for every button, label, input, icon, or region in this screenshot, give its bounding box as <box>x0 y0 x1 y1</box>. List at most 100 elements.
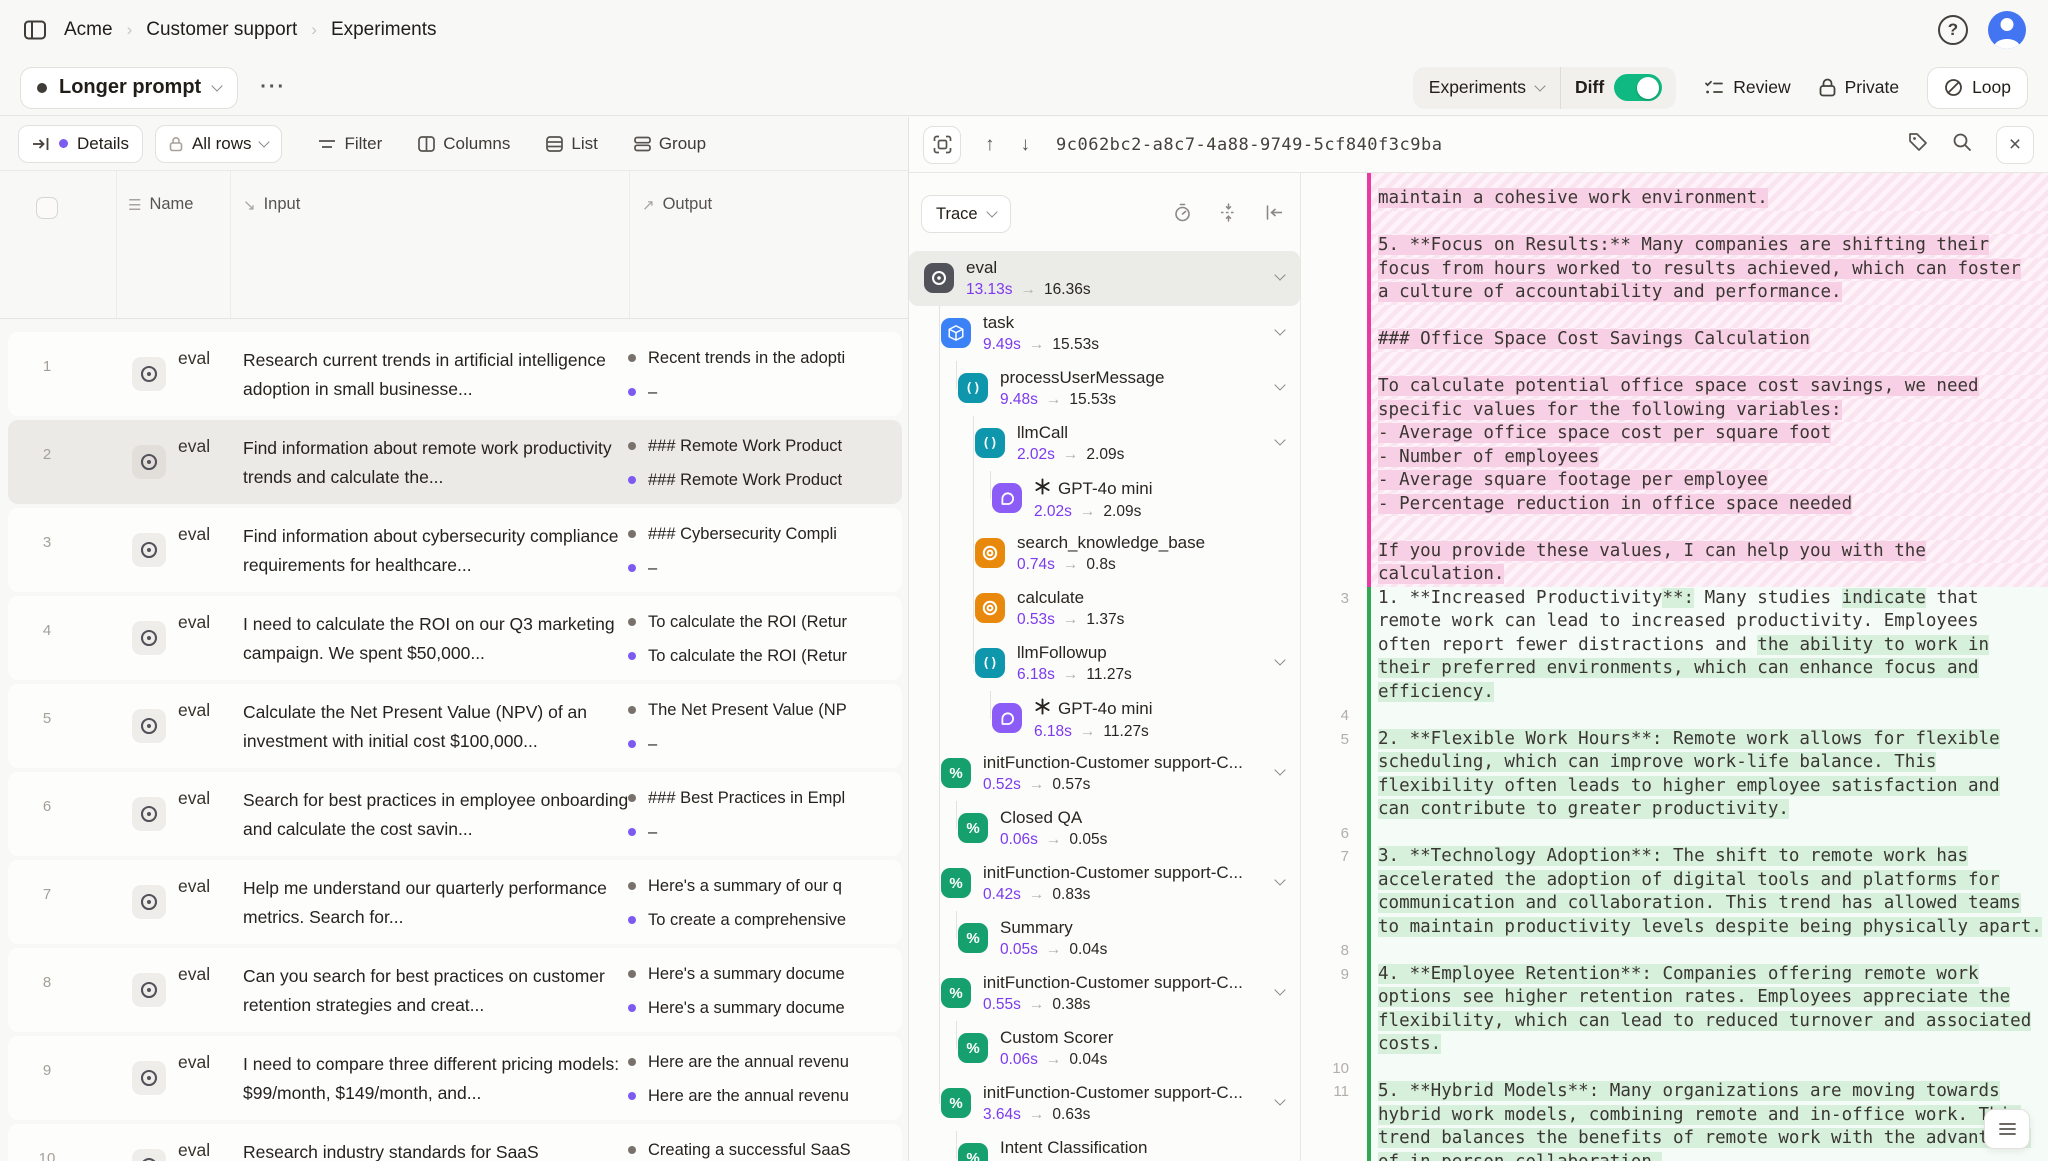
close-panel-button[interactable]: × <box>1996 126 2034 164</box>
row-number: 2 <box>30 446 64 463</box>
sidebar-toggle-icon[interactable] <box>22 17 48 43</box>
row-output-cell: Here's a summary of our qTo create a com… <box>628 874 900 942</box>
diff-line-content: focus from hours worked to results achie… <box>1367 258 2048 282</box>
diff-line: - Percentage reduction in office space n… <box>1301 493 2048 517</box>
columns-button[interactable]: Columns <box>406 134 522 154</box>
table-row[interactable]: 5evalCalculate the Net Present Value (NP… <box>8 684 902 768</box>
removed-text: If you provide these values, I can help … <box>1378 541 1926 561</box>
search-icon[interactable] <box>1952 132 1972 157</box>
trace-span-row[interactable]: %Custom Scorer0.06s→0.04s <box>909 1021 1300 1076</box>
duration-right: 0.8s <box>1086 556 1115 573</box>
span-name: GPT-4o mini <box>1034 478 1152 500</box>
trace-span-row[interactable]: %initFunction-Customer support-C...0.52s… <box>909 746 1300 801</box>
collapse-left-icon[interactable] <box>1265 203 1284 227</box>
trace-span-row[interactable]: %Summary0.05s→0.04s <box>909 911 1300 966</box>
table-row[interactable]: 7evalHelp me understand our quarterly pe… <box>8 860 902 944</box>
line-number <box>1301 1104 1367 1128</box>
details-button[interactable]: Details <box>18 125 143 163</box>
next-row-button[interactable]: ↓ <box>1021 134 1031 156</box>
rows-filter-dropdown[interactable]: All rows <box>155 125 283 163</box>
output-line: To calculate the ROI (Retur <box>628 644 900 668</box>
tag-icon[interactable] <box>1908 132 1928 157</box>
added-text-highlight: accelerated the adoption of digital tool… <box>1378 870 2000 890</box>
timing-icon[interactable] <box>1173 203 1192 227</box>
loop-button[interactable]: Loop <box>1927 67 2028 109</box>
review-button[interactable]: Review <box>1704 77 1790 98</box>
chevron-down-icon[interactable] <box>1274 874 1285 885</box>
chevron-down-icon[interactable] <box>1274 1094 1285 1105</box>
duration-right: 0.05s <box>1069 831 1107 848</box>
column-header-input[interactable]: ↘ Input <box>243 195 300 214</box>
trace-span-row[interactable]: ()processUserMessage9.48s→15.53s <box>909 361 1300 416</box>
row-input-cell: Calculate the Net Present Value (NPV) of… <box>243 698 629 756</box>
trace-span-row[interactable]: ()llmCall2.02s→2.09s <box>909 416 1300 471</box>
chevron-down-icon[interactable] <box>1274 269 1285 280</box>
tree-connector <box>956 1021 957 1049</box>
tree-connector <box>990 691 991 719</box>
tree-connector <box>939 361 940 416</box>
trace-span-row[interactable]: calculate0.53s→1.37s <box>909 581 1300 636</box>
chevron-down-icon[interactable] <box>1274 764 1285 775</box>
trace-span-row[interactable]: %Intent Classification0.13s→0.09s <box>909 1131 1300 1161</box>
trace-span-row[interactable]: search_knowledge_base0.74s→0.8s <box>909 526 1300 581</box>
private-button[interactable]: Private <box>1819 77 1899 98</box>
row-output-cell: Recent trends in the adopti– <box>628 346 900 414</box>
arrow-icon: → <box>1029 886 1045 903</box>
added-text-highlight: **: <box>1662 588 1694 608</box>
table-row[interactable]: 4evalI need to calculate the ROI on our … <box>8 596 902 680</box>
collapse-vertical-icon[interactable] <box>1219 203 1238 227</box>
breadcrumb-page[interactable]: Experiments <box>331 19 437 41</box>
breadcrumb-org[interactable]: Acme <box>64 19 113 41</box>
select-all-checkbox[interactable] <box>36 197 58 219</box>
table-row[interactable]: 6evalSearch for best practices in employ… <box>8 772 902 856</box>
arrow-to-bar-icon <box>32 136 50 152</box>
view-options-button[interactable] <box>1984 1109 2030 1149</box>
gray-bullet-icon <box>628 442 636 450</box>
purple-bullet-icon <box>628 828 636 836</box>
output-line: Creating a successful SaaS <box>628 1138 900 1161</box>
list-button[interactable]: List <box>534 134 609 154</box>
previous-row-button[interactable]: ↑ <box>985 134 995 156</box>
chevron-down-icon[interactable] <box>1274 324 1285 335</box>
tree-connector <box>973 416 974 444</box>
trace-span-row[interactable]: %Closed QA0.06s→0.05s <box>909 801 1300 856</box>
output-text: Here's a summary of our q <box>648 877 842 896</box>
experiment-selector[interactable]: Longer prompt <box>20 67 238 109</box>
trace-span-row[interactable]: %initFunction-Customer support-C...0.42s… <box>909 856 1300 911</box>
column-header-name[interactable]: ☰ Name <box>128 195 193 214</box>
avatar[interactable] <box>1988 11 2026 49</box>
filter-button[interactable]: Filter <box>306 134 394 154</box>
breadcrumb-project[interactable]: Customer support <box>146 19 297 41</box>
group-button[interactable]: Group <box>622 134 718 154</box>
trace-span-row[interactable]: %initFunction-Customer support-C...3.64s… <box>909 1076 1300 1131</box>
table-row[interactable]: 10evalResearch industry standards for Sa… <box>8 1124 902 1161</box>
diff-line: efficiency. <box>1301 681 2048 705</box>
help-icon[interactable]: ? <box>1938 15 1968 45</box>
scorer-icon: % <box>941 868 971 898</box>
arrow-icon: → <box>1046 1051 1062 1068</box>
chevron-down-icon[interactable] <box>1274 984 1285 995</box>
table-row[interactable]: 8evalCan you search for best practices o… <box>8 948 902 1032</box>
trace-span-row[interactable]: GPT-4o mini2.02s→2.09s <box>909 471 1300 526</box>
trace-span-row[interactable]: ()llmFollowup6.18s→11.27s <box>909 636 1300 691</box>
more-options-button[interactable]: ··· <box>252 70 294 105</box>
chevron-down-icon[interactable] <box>1274 654 1285 665</box>
table-row[interactable]: 9evalI need to compare three different p… <box>8 1036 902 1120</box>
table-row[interactable]: 2evalFind information about remote work … <box>8 420 902 504</box>
trace-span-row[interactable]: %initFunction-Customer support-C...0.55s… <box>909 966 1300 1021</box>
trace-span-row[interactable]: task9.49s→15.53s <box>909 306 1300 361</box>
table-row[interactable]: 3evalFind information about cybersecurit… <box>8 508 902 592</box>
diff-toggle[interactable] <box>1614 74 1662 101</box>
title-bar: Longer prompt ··· Experiments Diff Revie… <box>0 60 2048 116</box>
trace-span-row[interactable]: eval13.13s→16.36s <box>909 251 1300 306</box>
column-header-output[interactable]: ↗ Output <box>642 195 712 214</box>
table-row[interactable]: 1evalResearch current trends in artifici… <box>8 332 902 416</box>
trace-view-dropdown[interactable]: Trace <box>921 195 1011 233</box>
chevron-down-icon[interactable] <box>1274 434 1285 445</box>
purple-bullet-icon <box>628 916 636 924</box>
trace-span-row[interactable]: GPT-4o mini6.18s→11.27s <box>909 691 1300 746</box>
view-dropdown[interactable]: Experiments <box>1413 77 1560 98</box>
diff-line: 5. **Focus on Results:** Many companies … <box>1301 234 2048 258</box>
expand-trace-button[interactable] <box>923 126 961 164</box>
chevron-down-icon[interactable] <box>1274 379 1285 390</box>
